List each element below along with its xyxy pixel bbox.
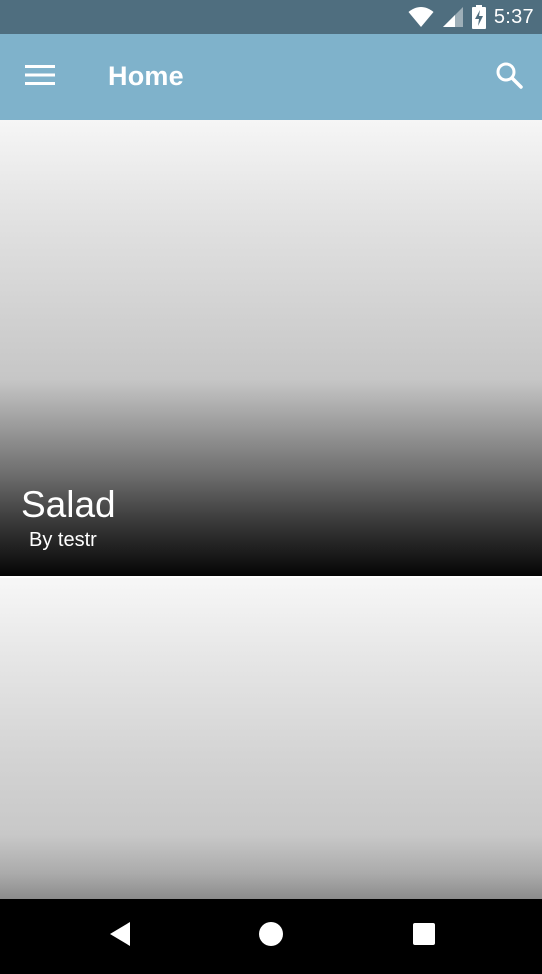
menu-button[interactable] <box>18 59 62 95</box>
recents-icon <box>412 922 436 951</box>
search-icon <box>495 61 523 94</box>
cell-signal-icon <box>442 6 464 28</box>
status-time: 5:37 <box>493 5 534 28</box>
recipe-title: Salad <box>21 484 116 525</box>
status-icons: 5:37 <box>408 0 534 34</box>
home-button[interactable] <box>250 915 292 957</box>
recipe-author: By testr <box>29 529 97 551</box>
recipe-card[interactable] <box>0 578 542 899</box>
back-button[interactable] <box>99 915 141 957</box>
recipe-list: Salad By testr <box>0 120 542 899</box>
search-button[interactable] <box>488 56 530 98</box>
recipe-card[interactable]: Salad By testr <box>0 120 542 576</box>
app-bar: Home <box>0 34 542 120</box>
home-icon <box>258 921 284 952</box>
battery-charging-icon <box>471 5 486 29</box>
page-title: Home <box>108 61 184 91</box>
back-icon <box>108 921 132 952</box>
status-bar: 5:37 <box>0 0 542 34</box>
menu-icon <box>25 64 55 91</box>
recents-button[interactable] <box>403 915 445 957</box>
wifi-icon <box>408 6 434 28</box>
navigation-bar <box>0 899 542 974</box>
